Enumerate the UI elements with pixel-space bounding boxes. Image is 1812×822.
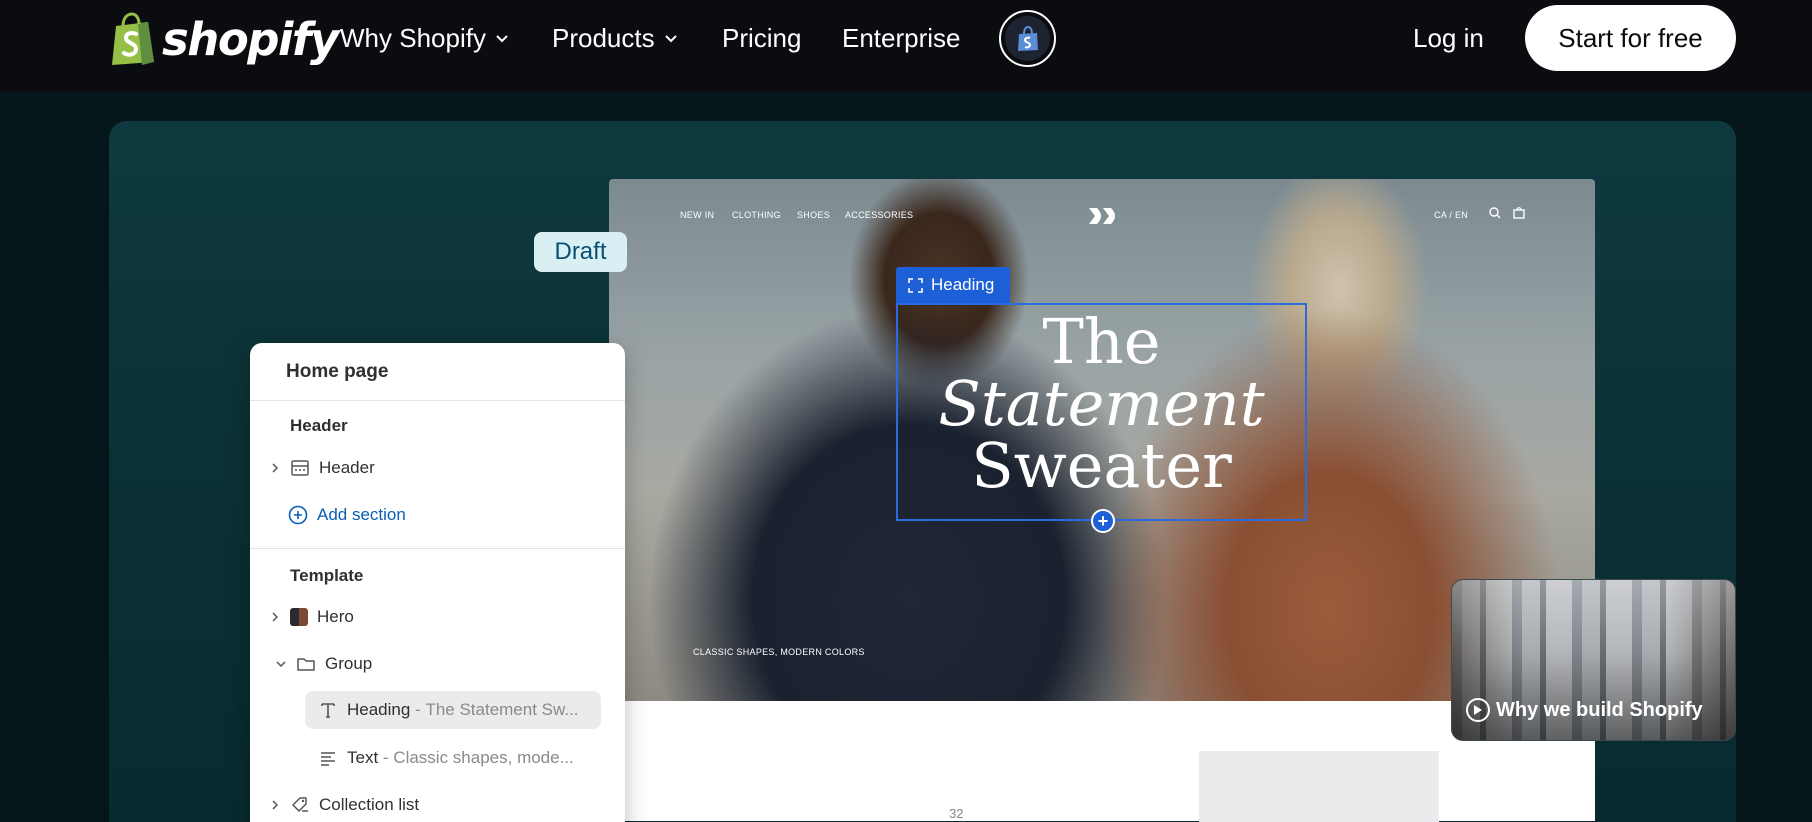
nav-pricing-label: Pricing	[722, 22, 802, 53]
nav-enterprise[interactable]: Enterprise	[842, 18, 961, 58]
nav-products-label: Products	[552, 22, 655, 53]
theme-editor-panel: Home page Header Header Add section Temp…	[250, 343, 625, 822]
store-preview: NEW IN CLOTHING SHOES ACCESSORIES CA / E…	[609, 179, 1595, 701]
why-we-build-video-card[interactable]: Why we build Shopify	[1451, 579, 1736, 741]
chevron-down-icon	[496, 35, 508, 43]
divider	[250, 400, 625, 401]
heading-selection-box[interactable]: The Statement Sweater	[896, 303, 1307, 521]
chevron-right-icon	[272, 463, 279, 473]
tree-item-hero[interactable]: Hero	[268, 602, 354, 632]
plus-circle-icon	[288, 505, 308, 525]
collection-tag-icon	[292, 797, 308, 812]
tree-item-text[interactable]: Text - Classic shapes, mode...	[318, 743, 574, 773]
draft-badge: Draft	[534, 232, 627, 272]
store-hero-caption: CLASSIC SHAPES, MODERN COLORS	[693, 647, 865, 657]
store-hero-heading: The Statement Sweater	[898, 311, 1305, 497]
store-locale[interactable]: CA / EN	[1434, 210, 1468, 220]
play-icon	[1466, 698, 1490, 722]
video-title: Why we build Shopify	[1496, 698, 1703, 721]
nav-enterprise-label: Enterprise	[842, 22, 961, 53]
search-icon[interactable]	[1488, 206, 1502, 220]
text-type-icon	[321, 703, 335, 718]
store-nav-new-in[interactable]: NEW IN	[680, 210, 714, 220]
tree-item-header-label: Header	[319, 458, 375, 477]
tree-item-heading-label: Heading	[347, 700, 411, 719]
tree-item-heading-sub: The Statement Sw...	[425, 700, 579, 719]
tree-item-heading[interactable]: Heading - The Statement Sw...	[318, 695, 579, 725]
tree-item-hero-label: Hero	[317, 607, 354, 626]
tree-item-text-sub: Classic shapes, mode...	[393, 748, 574, 767]
product-placeholder	[1199, 751, 1439, 822]
chevron-right-icon	[272, 800, 279, 810]
tree-item-group[interactable]: Group	[268, 649, 372, 679]
store-nav-accessories[interactable]: ACCESSORIES	[845, 210, 913, 220]
hero-thumbnail-icon	[290, 608, 308, 626]
panel-title: Home page	[286, 361, 389, 382]
heading-block-tag: Heading	[896, 267, 1010, 303]
separator: -	[410, 700, 426, 719]
cart-icon[interactable]	[1512, 206, 1526, 220]
separator: -	[378, 748, 394, 767]
shopify-logo[interactable]: shopify	[108, 10, 339, 68]
login-link[interactable]: Log in	[1413, 18, 1484, 58]
heading-line-2: Statement	[938, 367, 1265, 440]
selection-icon	[908, 277, 923, 293]
start-for-free-button[interactable]: Start for free	[1525, 5, 1736, 71]
divider	[250, 548, 625, 549]
heading-line-1: The	[1042, 305, 1161, 378]
tree-item-text-label: Text	[347, 748, 379, 767]
store-logo-icon	[1089, 208, 1115, 224]
product-count: 32	[949, 806, 964, 821]
tree-item-group-label: Group	[325, 654, 373, 673]
add-section-button[interactable]: Add section	[288, 500, 406, 530]
store-preview-lower: 32	[609, 701, 1595, 822]
heading-line-3: Sweater	[971, 429, 1232, 502]
header-layout-icon	[291, 460, 309, 476]
nav-pricing[interactable]: Pricing	[722, 18, 801, 58]
heading-tag-label: Heading	[931, 275, 995, 294]
tree-item-collection-label: Collection list	[319, 795, 420, 814]
text-align-icon	[321, 752, 335, 766]
video-label: Why we build Shopify	[1466, 698, 1703, 722]
shopify-bag-icon	[112, 12, 154, 65]
template-section-label: Template	[290, 566, 364, 585]
top-navigation: shopify Why Shopify Products Pricing Ent…	[0, 0, 1812, 92]
chevron-down-icon	[664, 35, 677, 43]
brand-wordmark: shopify	[162, 12, 339, 66]
chevron-right-icon	[272, 612, 279, 622]
tree-item-collection-list[interactable]: Collection list	[268, 790, 419, 820]
shop-app-button[interactable]	[999, 10, 1056, 67]
store-nav-shoes[interactable]: SHOES	[797, 210, 830, 220]
header-section-label: Header	[290, 416, 348, 435]
folder-icon	[297, 658, 315, 671]
shop-app-icon	[1005, 16, 1050, 61]
store-nav-clothing[interactable]: CLOTHING	[732, 210, 781, 220]
nav-products[interactable]: Products	[552, 18, 679, 58]
tree-item-header[interactable]: Header	[268, 453, 375, 483]
nav-why-shopify-label: Why Shopify	[340, 22, 486, 53]
nav-why-shopify[interactable]: Why Shopify	[340, 18, 510, 58]
add-section-label: Add section	[317, 505, 406, 524]
chevron-down-icon	[276, 661, 286, 668]
add-block-button[interactable]: +	[1091, 509, 1115, 533]
